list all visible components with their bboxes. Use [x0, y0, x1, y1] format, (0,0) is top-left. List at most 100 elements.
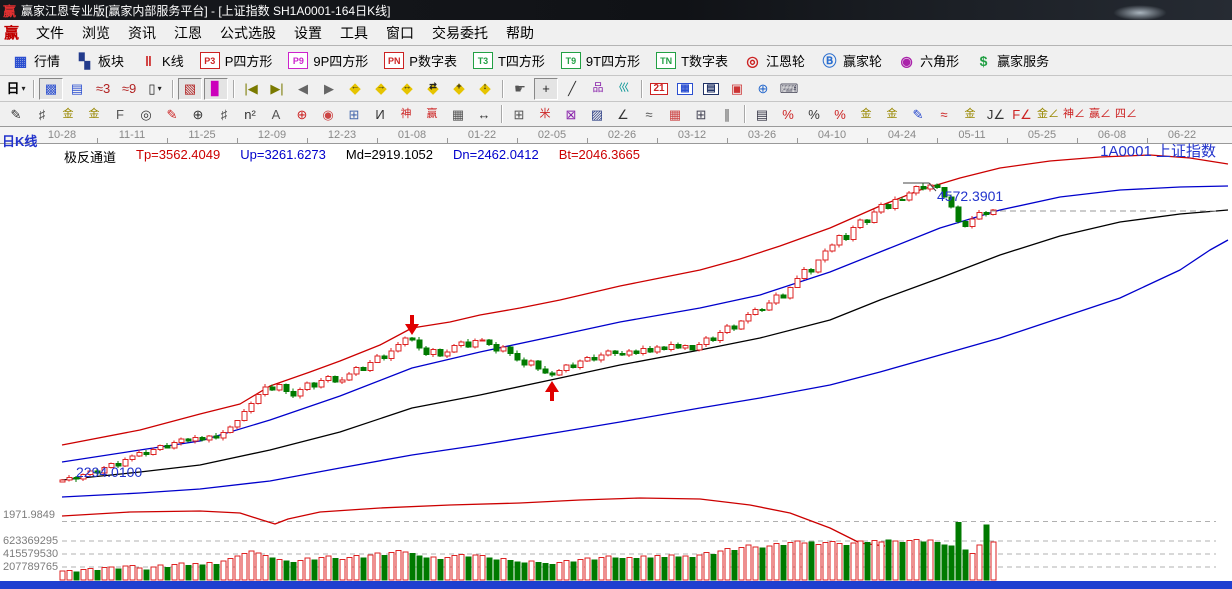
n-square-button[interactable]: n²	[238, 103, 262, 125]
ying-tool-button[interactable]: 赢	[420, 103, 444, 125]
fan-box-navy-button[interactable]: ▨	[585, 103, 609, 125]
sectors-button[interactable]: ▚板块	[68, 48, 132, 73]
gold-fence-2-button[interactable]: 金	[82, 103, 106, 125]
drag-hand-button[interactable]: ☛	[508, 78, 532, 100]
wave-count-3-button[interactable]: ≈3	[91, 78, 115, 100]
pattern-mark-button[interactable]: ▧	[178, 78, 202, 100]
calculator-button[interactable]: ▦	[673, 78, 697, 100]
panorama-map-button[interactable]: ▩	[39, 78, 63, 100]
crosshair-button[interactable]: +	[534, 78, 558, 100]
mirror-a-button[interactable]: A	[264, 103, 288, 125]
web-export-button[interactable]: ⊕	[751, 78, 775, 100]
t-number-table-button[interactable]: TNT数字表	[648, 48, 736, 73]
info-panel-button[interactable]: ▤	[65, 78, 89, 100]
pen-flag-button[interactable]: ✎	[906, 103, 930, 125]
step-forward-button[interactable]: ▶	[317, 78, 341, 100]
arrow-overlay-icon: →	[370, 82, 392, 91]
notes-button[interactable]: ▤	[699, 78, 723, 100]
span-arrow-button[interactable]: ↔	[472, 103, 496, 125]
j-angle-button[interactable]: J∠	[984, 103, 1008, 125]
gann-clock-button[interactable]: ⊕	[186, 103, 210, 125]
workstation-button[interactable]: ⌨	[777, 78, 801, 100]
spiral-tool-button[interactable]: ◎	[134, 103, 158, 125]
grape-tool-button[interactable]: 品	[586, 78, 610, 100]
p9-square-button[interactable]: P99P四方形	[280, 48, 376, 73]
volume-profile-button[interactable]: ▊	[204, 78, 228, 100]
calendar-button[interactable]: 21	[647, 78, 671, 100]
shen-angle-button[interactable]: 神∠	[1062, 103, 1086, 125]
gold-under-button[interactable]: 金	[958, 103, 982, 125]
percent-plain-button[interactable]: %	[802, 103, 826, 125]
menu-news[interactable]: 资讯	[119, 21, 165, 45]
pan-right-diamond-button[interactable]: ◆→	[369, 78, 393, 100]
trend-angle-button[interactable]: ╱	[560, 78, 584, 100]
percent-line-button[interactable]: %	[828, 103, 852, 125]
gold-circle-button[interactable]: 金	[854, 103, 878, 125]
ray-fan-button[interactable]: 米	[533, 103, 557, 125]
winner-wheel-button[interactable]: Ⓑ赢家轮	[813, 48, 890, 73]
pan-left-diamond-button[interactable]: ◆←	[343, 78, 367, 100]
angle-lines-button[interactable]: ∠	[611, 103, 635, 125]
si-angle-button[interactable]: 四∠	[1114, 103, 1138, 125]
box-axes-button[interactable]: ⊞	[507, 103, 531, 125]
zigzag-button[interactable]: ≈	[637, 103, 661, 125]
fence-f-button[interactable]: F	[108, 103, 132, 125]
p-square-button[interactable]: P3P四方形	[192, 48, 281, 73]
gold-angle-button[interactable]: 金∠	[1036, 103, 1060, 125]
expand-vertical-diamond-button[interactable]: ◆↕	[473, 78, 497, 100]
t9-square-button[interactable]: T99T四方形	[553, 48, 648, 73]
wave-red-button[interactable]: ≈	[932, 103, 956, 125]
brain-map-button[interactable]: 巛	[612, 78, 636, 100]
t-square-button[interactable]: T3T四方形	[465, 48, 553, 73]
kline-button[interactable]: ‖K线	[132, 48, 192, 73]
winner-service-button[interactable]: $赢家服务	[967, 48, 1057, 73]
quotes-button[interactable]: ▦行情	[4, 48, 68, 73]
candle-style-button[interactable]: ▯▾	[143, 78, 167, 100]
menu-file[interactable]: 文件	[27, 21, 73, 45]
shen-tool-button[interactable]: 神	[394, 103, 418, 125]
menu-gann[interactable]: 江恩	[165, 21, 211, 45]
menu-settings[interactable]: 设置	[285, 21, 331, 45]
p-number-table-button[interactable]: PNP数字表	[376, 48, 465, 73]
circle-cross-button[interactable]: ⊕	[290, 103, 314, 125]
k-mark-button[interactable]: И	[368, 103, 392, 125]
save-image-button[interactable]: ▣	[725, 78, 749, 100]
grid-arrow-button[interactable]: ⊞	[689, 103, 713, 125]
menu-tools[interactable]: 工具	[331, 21, 377, 45]
expand-horizontal-diamond-button[interactable]: ◆↔	[395, 78, 419, 100]
target-button[interactable]: ◉	[316, 103, 340, 125]
price-chart-canvas[interactable]: 4572.39012294.0100	[0, 127, 1232, 581]
percent-rate-button[interactable]: %	[776, 103, 800, 125]
gann-wheel-button[interactable]: ◎江恩轮	[736, 48, 813, 73]
wave-count-9-button[interactable]: ≈9	[117, 78, 141, 100]
red-pen-button[interactable]: ✎	[160, 103, 184, 125]
expand-all-diamond-button[interactable]: ◆+	[447, 78, 471, 100]
scale-box-button[interactable]: ▤	[750, 103, 774, 125]
f-angle-button[interactable]: F∠	[1010, 103, 1034, 125]
period-day-button[interactable]: 日▾	[4, 78, 28, 100]
menu-trade-orders[interactable]: 交易委托	[423, 21, 497, 45]
menu-window[interactable]: 窗口	[377, 21, 423, 45]
menu-help[interactable]: 帮助	[497, 21, 543, 45]
gold-fence-1-button[interactable]: 金	[56, 103, 80, 125]
volume-axis-label-2: 415579530	[3, 548, 58, 560]
chart-region[interactable]: 10-2811-1111-2512-0912-2301-0801-2202-05…	[0, 127, 1232, 581]
fence-plain-button[interactable]: ♯	[212, 103, 236, 125]
fan-box-purple-button[interactable]: ⊠	[559, 103, 583, 125]
step-back-button[interactable]: ◀	[291, 78, 315, 100]
grid-target-button[interactable]: ⊞	[342, 103, 366, 125]
hexagon-button[interactable]: ◉六角形	[890, 48, 967, 73]
jump-first-button[interactable]: |◀	[239, 78, 263, 100]
jump-last-button[interactable]: ▶|	[265, 78, 289, 100]
menu-browse[interactable]: 浏览	[73, 21, 119, 45]
peak-price-annotation: 4572.3901	[937, 188, 1003, 204]
ruler-grid-button[interactable]: ▦	[446, 103, 470, 125]
gold-line-button[interactable]: 金	[880, 103, 904, 125]
pen-tool-button[interactable]: ✎	[4, 103, 28, 125]
compress-horizontal-diamond-button[interactable]: ◆⇄	[421, 78, 445, 100]
parallel-lines-button[interactable]: ∥	[715, 103, 739, 125]
ying-angle-button[interactable]: 赢∠	[1088, 103, 1112, 125]
menu-formula-stock-pick[interactable]: 公式选股	[211, 21, 285, 45]
gann-fence-button[interactable]: ♯	[30, 103, 54, 125]
grid-red-button[interactable]: ▦	[663, 103, 687, 125]
